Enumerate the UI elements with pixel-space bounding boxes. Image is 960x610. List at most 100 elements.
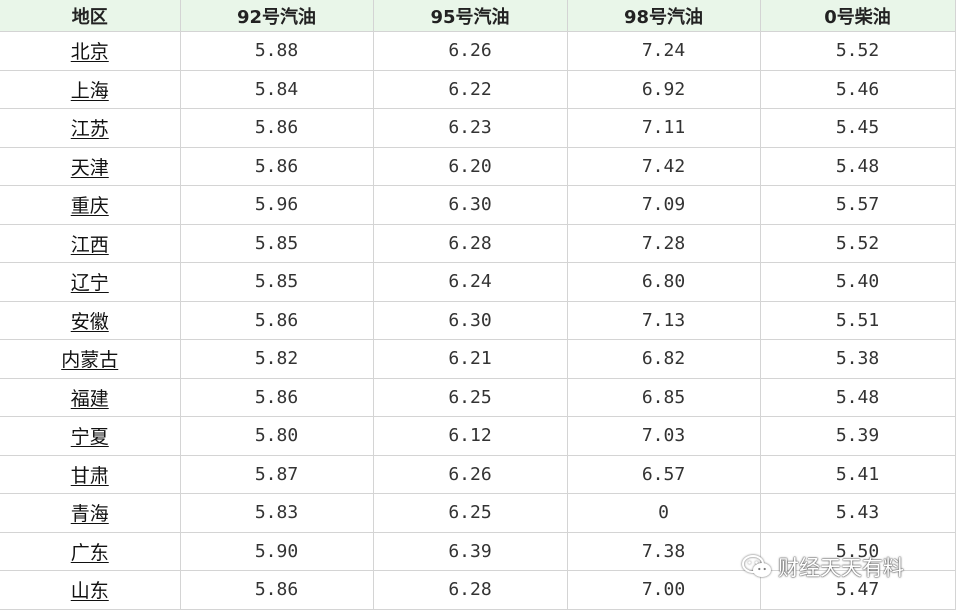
cell-gasoline-95: 6.26 (372, 454, 568, 494)
cell-diesel-0: 5.46 (759, 69, 956, 109)
cell-gasoline-92: 5.86 (179, 300, 374, 340)
cell-gasoline-92: 5.90 (179, 531, 374, 571)
table-row: 天津 5.86 6.20 7.42 5.48 (0, 146, 956, 186)
cell-region: 江西 (0, 223, 181, 263)
cell-gasoline-95: 6.25 (372, 493, 568, 533)
cell-gasoline-98: 7.28 (566, 223, 761, 263)
table-row: 内蒙古 5.82 6.21 6.82 5.38 (0, 339, 956, 379)
cell-gasoline-98: 7.13 (566, 300, 761, 340)
cell-region: 天津 (0, 146, 181, 186)
region-link[interactable]: 辽宁 (71, 272, 109, 294)
cell-diesel-0: 5.39 (759, 416, 956, 456)
cell-gasoline-95: 6.30 (372, 185, 568, 225)
cell-diesel-0: 5.47 (759, 570, 956, 610)
header-row: 地区 92号汽油 95号汽油 98号汽油 0号柴油 (0, 0, 956, 32)
table-row: 山东 5.86 6.28 7.00 5.47 (0, 570, 956, 610)
fuel-price-table: 地区 92号汽油 95号汽油 98号汽油 0号柴油 北京 5.88 6.26 7.24… (0, 0, 956, 610)
cell-region: 辽宁 (0, 262, 181, 302)
cell-gasoline-92: 5.86 (179, 570, 374, 610)
cell-gasoline-95: 6.28 (372, 223, 568, 263)
cell-diesel-0: 5.43 (759, 493, 956, 533)
column-header-gasoline-98: 98号汽油 (566, 0, 761, 32)
region-link[interactable]: 广东 (71, 542, 109, 564)
region-link[interactable]: 江西 (71, 234, 109, 256)
region-link[interactable]: 内蒙古 (61, 349, 118, 371)
cell-gasoline-95: 6.28 (372, 570, 568, 610)
cell-gasoline-98: 7.24 (566, 31, 761, 71)
cell-diesel-0: 5.51 (759, 300, 956, 340)
table-row: 青海 5.83 6.25 0 5.43 (0, 493, 956, 533)
cell-gasoline-95: 6.26 (372, 31, 568, 71)
cell-gasoline-98: 7.03 (566, 416, 761, 456)
table-row: 辽宁 5.85 6.24 6.80 5.40 (0, 262, 956, 302)
table-body: 北京 5.88 6.26 7.24 5.52 上海 5.84 6.22 6.92 5.46 江苏 5.… (0, 31, 956, 610)
cell-gasoline-92: 5.96 (179, 185, 374, 225)
cell-diesel-0: 5.52 (759, 31, 956, 71)
region-link[interactable]: 江苏 (71, 118, 109, 140)
cell-region: 安徽 (0, 300, 181, 340)
cell-gasoline-98: 6.57 (566, 454, 761, 494)
cell-gasoline-92: 5.87 (179, 454, 374, 494)
table-row: 重庆 5.96 6.30 7.09 5.57 (0, 185, 956, 225)
region-link[interactable]: 山东 (71, 580, 109, 602)
table-row: 福建 5.86 6.25 6.85 5.48 (0, 377, 956, 417)
cell-gasoline-98: 6.80 (566, 262, 761, 302)
table-row: 江西 5.85 6.28 7.28 5.52 (0, 223, 956, 263)
cell-region: 宁夏 (0, 416, 181, 456)
cell-gasoline-92: 5.83 (179, 493, 374, 533)
cell-gasoline-92: 5.82 (179, 339, 374, 379)
cell-gasoline-95: 6.21 (372, 339, 568, 379)
region-link[interactable]: 上海 (71, 80, 109, 102)
cell-gasoline-92: 5.86 (179, 377, 374, 417)
cell-gasoline-98: 7.11 (566, 108, 761, 148)
table-row: 广东 5.90 6.39 7.38 5.50 (0, 531, 956, 571)
cell-gasoline-92: 5.88 (179, 31, 374, 71)
cell-region: 甘肃 (0, 454, 181, 494)
cell-gasoline-92: 5.85 (179, 262, 374, 302)
region-link[interactable]: 甘肃 (71, 465, 109, 487)
cell-region: 广东 (0, 531, 181, 571)
cell-gasoline-98: 6.92 (566, 69, 761, 109)
cell-gasoline-98: 7.00 (566, 570, 761, 610)
cell-gasoline-92: 5.80 (179, 416, 374, 456)
cell-gasoline-95: 6.25 (372, 377, 568, 417)
cell-gasoline-95: 6.22 (372, 69, 568, 109)
cell-gasoline-98: 7.09 (566, 185, 761, 225)
cell-region: 内蒙古 (0, 339, 181, 379)
cell-region: 北京 (0, 31, 181, 71)
cell-diesel-0: 5.38 (759, 339, 956, 379)
column-header-gasoline-95: 95号汽油 (372, 0, 568, 32)
cell-diesel-0: 5.50 (759, 531, 956, 571)
table-row: 江苏 5.86 6.23 7.11 5.45 (0, 108, 956, 148)
cell-gasoline-95: 6.24 (372, 262, 568, 302)
cell-gasoline-98: 6.85 (566, 377, 761, 417)
cell-gasoline-92: 5.85 (179, 223, 374, 263)
cell-diesel-0: 5.41 (759, 454, 956, 494)
cell-region: 青海 (0, 493, 181, 533)
cell-diesel-0: 5.40 (759, 262, 956, 302)
region-link[interactable]: 重庆 (71, 195, 109, 217)
cell-gasoline-95: 6.23 (372, 108, 568, 148)
cell-gasoline-92: 5.86 (179, 146, 374, 186)
cell-gasoline-98: 7.38 (566, 531, 761, 571)
region-link[interactable]: 福建 (71, 388, 109, 410)
cell-diesel-0: 5.48 (759, 146, 956, 186)
cell-diesel-0: 5.48 (759, 377, 956, 417)
region-link[interactable]: 天津 (71, 157, 109, 179)
cell-region: 江苏 (0, 108, 181, 148)
region-link[interactable]: 青海 (71, 503, 109, 525)
cell-gasoline-95: 6.30 (372, 300, 568, 340)
cell-gasoline-98: 0 (566, 493, 761, 533)
cell-diesel-0: 5.45 (759, 108, 956, 148)
column-header-gasoline-92: 92号汽油 (179, 0, 374, 32)
table-row: 甘肃 5.87 6.26 6.57 5.41 (0, 454, 956, 494)
cell-region: 福建 (0, 377, 181, 417)
region-link[interactable]: 北京 (71, 41, 109, 63)
cell-gasoline-92: 5.84 (179, 69, 374, 109)
region-link[interactable]: 安徽 (71, 311, 109, 333)
region-link[interactable]: 宁夏 (71, 426, 109, 448)
column-header-diesel-0: 0号柴油 (759, 0, 956, 32)
column-header-region: 地区 (0, 0, 181, 32)
table-row: 上海 5.84 6.22 6.92 5.46 (0, 69, 956, 109)
table-row: 北京 5.88 6.26 7.24 5.52 (0, 31, 956, 71)
